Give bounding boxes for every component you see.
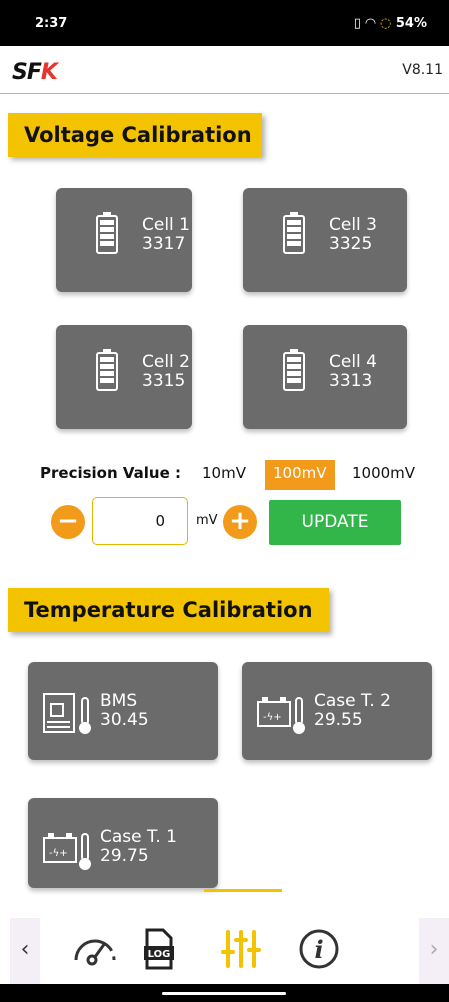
precision-option-10mv[interactable]: 10mV xyxy=(194,460,254,490)
cell-label: Cell 2 3315 xyxy=(142,352,190,391)
svg-text:LOG: LOG xyxy=(148,949,171,960)
voltage-section-title: Voltage Calibration xyxy=(8,113,262,157)
decrement-button[interactable]: − xyxy=(51,505,85,539)
precision-option-1000mv[interactable]: 1000mV xyxy=(344,460,423,490)
increment-button[interactable]: + xyxy=(223,505,257,539)
sensor-label: BMS 30.45 xyxy=(100,691,149,730)
version-label: V8.11 xyxy=(402,62,443,78)
app-header: SFK V8.11 xyxy=(0,46,449,94)
sensor-card-case-t2[interactable]: -ϟ+ Case T. 2 29.55 xyxy=(242,662,432,760)
sfk-logo: SFK xyxy=(12,60,58,85)
temperature-section-title: Temperature Calibration xyxy=(8,588,329,632)
nav-log[interactable]: LOG xyxy=(143,928,175,974)
svg-text:-ϟ+: -ϟ+ xyxy=(263,712,282,723)
log-file-icon: LOG xyxy=(144,928,174,970)
precision-option-100mv[interactable]: 100mV xyxy=(265,460,335,490)
battery-full-icon xyxy=(96,349,118,391)
wifi-icon: ◠ xyxy=(365,16,376,31)
status-battery: ▯ ◠ ◌ 54% xyxy=(353,16,427,31)
battery-full-icon xyxy=(96,212,118,254)
bms-thermometer-icon xyxy=(43,693,91,734)
nav-next-button[interactable]: › xyxy=(419,918,449,984)
battery-icon: ◌ xyxy=(380,16,392,31)
system-nav-bar xyxy=(0,984,449,1002)
calibration-value-input[interactable]: 0 xyxy=(92,497,188,545)
status-time: 2:37 xyxy=(35,16,68,31)
sensor-card-case-t1[interactable]: -ϟ+ Case T. 1 29.75 xyxy=(28,798,218,888)
nav-info[interactable]: i xyxy=(298,928,340,974)
cell-label: Cell 4 3313 xyxy=(329,352,377,391)
info-icon: i xyxy=(299,929,339,969)
battery-full-icon xyxy=(283,349,305,391)
bottom-nav: ‹ LOG i › xyxy=(0,918,449,984)
precision-label: Precision Value : xyxy=(40,464,181,482)
cell-card-1[interactable]: Cell 1 3317 xyxy=(56,188,192,292)
sensor-label: Case T. 2 29.55 xyxy=(314,691,391,730)
battery-full-icon xyxy=(283,212,305,254)
svg-text:i: i xyxy=(314,935,323,964)
battery-thermometer-icon: -ϟ+ xyxy=(43,833,91,870)
active-tab-indicator xyxy=(204,889,282,892)
sensor-label: Case T. 1 29.75 xyxy=(100,827,177,866)
svg-text:-ϟ+: -ϟ+ xyxy=(49,848,68,859)
nav-settings-active[interactable] xyxy=(220,928,262,974)
home-indicator[interactable] xyxy=(162,992,286,995)
nav-dashboard[interactable] xyxy=(72,928,118,972)
cell-card-2[interactable]: Cell 2 3315 xyxy=(56,325,192,429)
cell-label: Cell 3 3325 xyxy=(329,215,377,254)
cell-label: Cell 1 3317 xyxy=(142,215,190,254)
status-bar: 2:37 ▯ ◠ ◌ 54% xyxy=(0,0,449,46)
update-button[interactable]: UPDATE xyxy=(269,500,401,545)
unit-label: mV xyxy=(196,513,218,528)
gauge-icon xyxy=(74,939,116,966)
cell-card-4[interactable]: Cell 4 3313 xyxy=(243,325,407,429)
nav-prev-button[interactable]: ‹ xyxy=(10,918,40,984)
sensor-card-bms[interactable]: BMS 30.45 xyxy=(28,662,218,760)
sliders-icon xyxy=(221,930,261,968)
vibrate-icon: ▯ xyxy=(353,16,361,31)
battery-thermometer-icon: -ϟ+ xyxy=(257,697,305,734)
cell-card-3[interactable]: Cell 3 3325 xyxy=(243,188,407,292)
